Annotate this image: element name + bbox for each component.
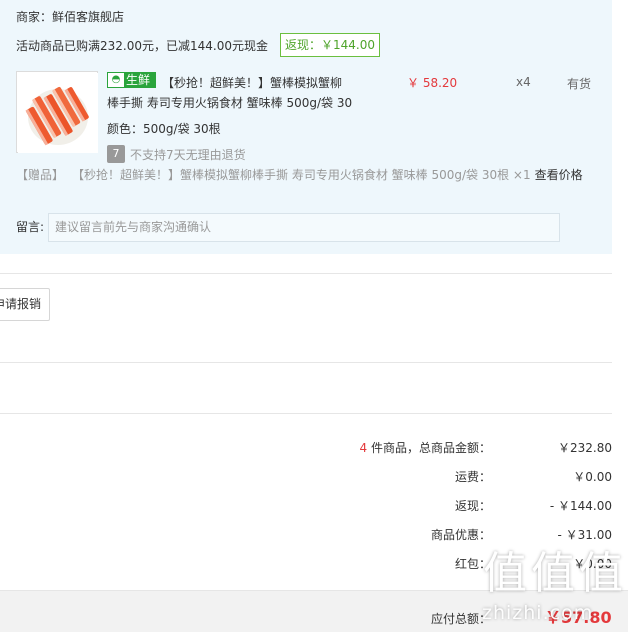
product-quantity: x4 [516, 75, 531, 89]
crab-stick-image [18, 73, 98, 153]
shipping-value: ￥0.00 [573, 470, 612, 484]
discount-value: - ￥31.00 [557, 528, 613, 542]
gift-text: 【秒抢！超鲜美！】蟹棒模拟蟹柳棒手撕 寿司专用火锅食材 蟹味棒 500g/袋 3… [78, 168, 531, 182]
cashback-tag: 返现：￥144.00 [280, 33, 380, 57]
discount-label: 商品优惠： [430, 528, 491, 542]
watermark-char: 值 [579, 548, 623, 599]
reimburse-button[interactable]: 申请报销 [0, 288, 50, 321]
divider [0, 362, 612, 363]
message-label: 留言: [16, 220, 45, 234]
product-title-cont[interactable]: 棒手撕 寿司专用火锅食材 蟹味棒 500g/袋 30 [107, 94, 352, 111]
no-return-text: 不支持7天无理由退货 [130, 148, 246, 162]
no-return-icon: 7 [107, 145, 125, 163]
message-input[interactable]: 建议留言前先与商家沟通确认 [48, 213, 560, 242]
shipping-label: 运费： [454, 470, 491, 484]
watermark-text: zhizhi.com [482, 602, 594, 624]
stock-status: 有货 [567, 77, 592, 91]
fresh-badge-label: 生鲜 [126, 73, 151, 87]
watermark-logo: 值 值 值 zhizhi.com [482, 548, 628, 632]
gift-row: 【赠品】 【秒抢！超鲜美！】蟹棒模拟蟹柳棒手撕 寿司专用火锅食材 蟹味棒 500g… [16, 166, 583, 183]
product-title[interactable]: 【秒抢！超鲜美！】蟹棒模拟蟹柳 [162, 74, 342, 91]
product-spec: 颜色：500g/袋 30根 [107, 122, 221, 136]
cashback-label: 返现： [454, 499, 491, 513]
view-price-link[interactable]: 查看价格 [535, 168, 583, 182]
watermark-char: 值 [531, 548, 575, 599]
cashback-value: - ￥144.00 [549, 499, 612, 513]
product-thumbnail[interactable] [16, 71, 98, 153]
merchant-name[interactable]: 商家：鲜佰客旗舰店 [16, 8, 124, 25]
gift-label: 【赠品】 [16, 168, 65, 182]
fish-icon: ◓ [108, 73, 124, 87]
promo-text: 活动商品已购满232.00元，已减144.00元现金 [16, 39, 268, 53]
watermark-char: 值 [483, 548, 527, 599]
item-count-suffix: 件商品，总商品金额： [367, 441, 491, 455]
divider [0, 413, 612, 414]
divider [0, 273, 612, 274]
product-price: ￥ 58.20 [407, 76, 458, 90]
total-amount: ￥232.80 [558, 441, 612, 455]
item-count-label: 4 件商品，总商品金额： [360, 439, 491, 456]
fresh-badge: ◓ 生鲜 [107, 72, 156, 88]
